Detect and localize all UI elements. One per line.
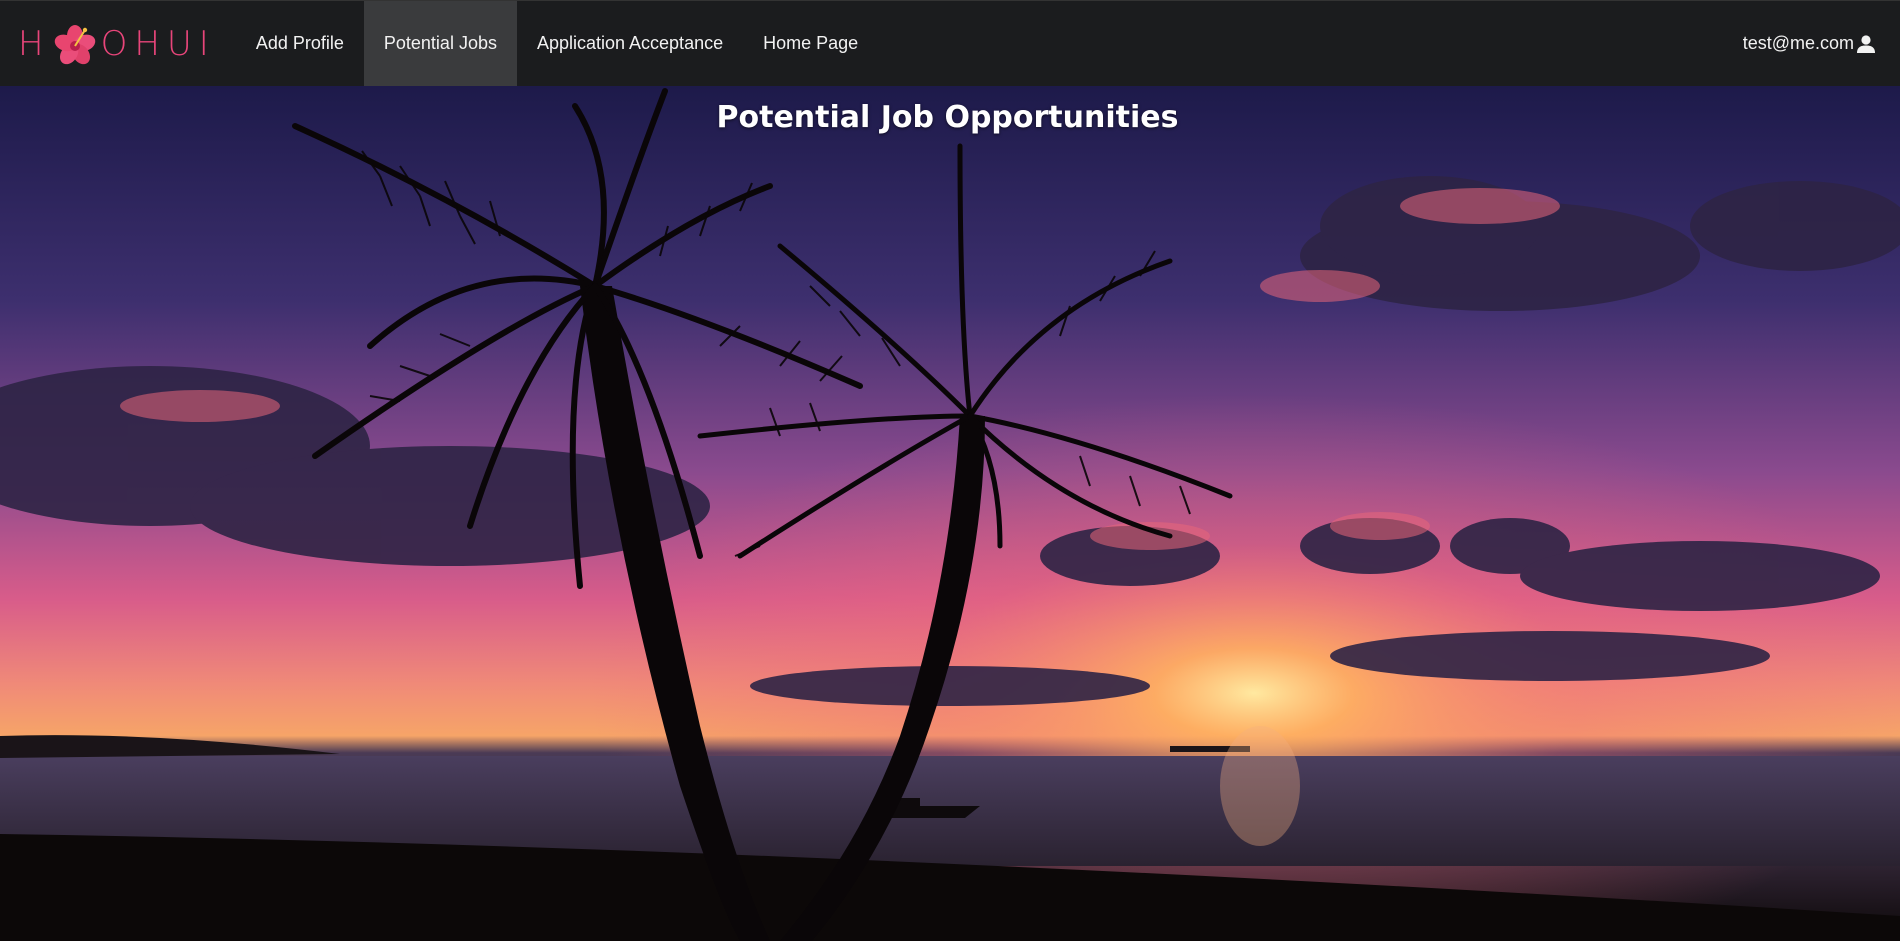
brand-logo[interactable]: H OHUI [0,1,236,87]
top-navbar: H OHUI Add Profile Potential Jobs Applic… [0,0,1900,87]
nav-potential-jobs[interactable]: Potential Jobs [363,0,517,87]
nav-home-page[interactable]: Home Page [743,1,878,87]
nav-add-profile[interactable]: Add Profile [236,1,364,87]
user-menu[interactable]: test@me.com [1743,33,1900,54]
page-title: Potential Job Opportunities [716,100,1179,135]
sunset-background-image [0,86,1900,941]
hero-section: Potential Job Opportunities [0,86,1900,941]
logo-letter-h: H [18,23,51,64]
logo-text-ohui: OHUI [100,23,216,64]
user-icon [1857,34,1875,53]
user-email: test@me.com [1742,33,1854,53]
nav-application-acceptance[interactable]: Application Acceptance [517,1,743,87]
hibiscus-icon [54,24,95,64]
